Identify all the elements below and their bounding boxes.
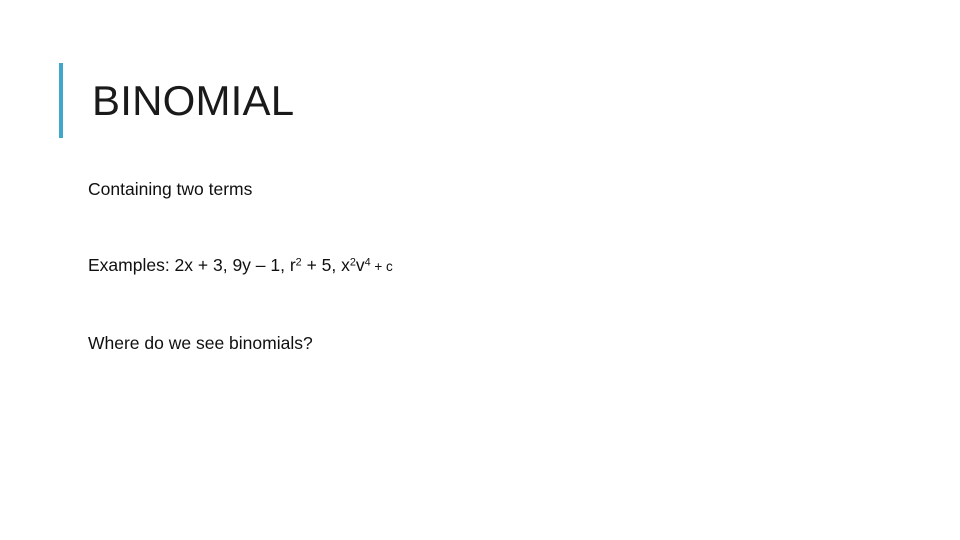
body-line-examples: Examples: 2x + 3, 9y – 1, r2 + 5, x2v4 +…	[88, 254, 888, 278]
slide-body-block: Containing two terms Examples: 2x + 3, 9…	[88, 178, 888, 354]
page-title: BINOMIAL	[92, 77, 295, 124]
slide-title-block: BINOMIAL	[59, 63, 294, 138]
body-line-definition: Containing two terms	[88, 179, 253, 199]
examples-middle-text: + 5, x	[301, 255, 350, 275]
examples-prefix-text: Examples: 2x + 3, 9y – 1, r	[88, 255, 296, 275]
slide-canvas: BINOMIAL Containing two terms Examples: …	[0, 0, 960, 540]
body-line-question: Where do we see binomials?	[88, 333, 313, 353]
examples-variable-v: v	[355, 255, 365, 275]
examples-tail-text: + c	[370, 259, 393, 274]
